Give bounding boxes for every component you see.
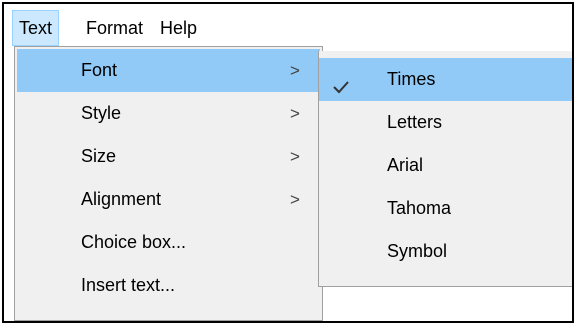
menu-item-choice-box[interactable]: Choice box... [17, 221, 320, 264]
font-item-label: Symbol [387, 241, 448, 261]
font-submenu: Times Letters Arial Tahoma Symbol [318, 51, 572, 287]
menu-item-font[interactable]: Font > [17, 49, 320, 92]
menu-item-insert-text[interactable]: Insert text... [17, 264, 320, 307]
menu-item-label: Font [81, 60, 118, 80]
submenu-arrow-icon: > [290, 147, 300, 166]
font-item-times[interactable]: Times [319, 58, 572, 101]
menu-item-label: Size [81, 146, 117, 166]
font-item-letters[interactable]: Letters [319, 101, 572, 144]
menu-item-style[interactable]: Style > [17, 92, 320, 135]
menu-format[interactable]: Format [80, 10, 149, 46]
submenu-arrow-icon: > [290, 190, 300, 209]
font-item-label: Arial [387, 155, 424, 175]
menu-text[interactable]: Text [12, 10, 60, 46]
checkmark-icon [331, 70, 351, 94]
font-item-arial[interactable]: Arial [319, 144, 572, 187]
font-item-label: Tahoma [387, 198, 452, 218]
menu-item-alignment[interactable]: Alignment > [17, 178, 320, 221]
menu-item-label: Alignment [81, 189, 162, 209]
submenu-arrow-icon: > [290, 104, 300, 123]
font-item-tahoma[interactable]: Tahoma [319, 187, 572, 230]
submenu-arrow-icon: > [290, 61, 300, 80]
window-frame: Text Format Help Font > Style > Size > A… [2, 2, 574, 323]
font-item-label: Times [387, 69, 436, 89]
text-menu-dropdown: Font > Style > Size > Alignment > Choice… [14, 46, 323, 321]
font-item-label: Letters [387, 112, 443, 132]
menu-bar: Text Format Help [4, 4, 572, 50]
menu-help[interactable]: Help [154, 10, 203, 46]
menu-item-size[interactable]: Size > [17, 135, 320, 178]
menu-item-label: Insert text... [81, 275, 176, 295]
menu-item-label: Choice box... [81, 232, 187, 252]
font-item-symbol[interactable]: Symbol [319, 230, 572, 273]
menu-item-label: Style [81, 103, 122, 123]
